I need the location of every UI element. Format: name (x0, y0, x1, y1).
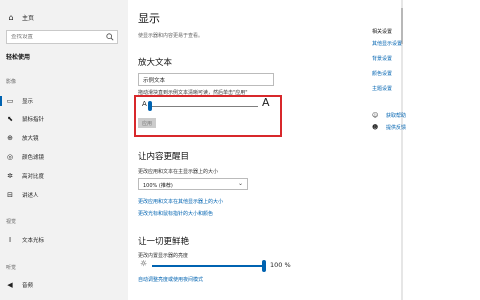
related-link-color[interactable]: 颜色设置 (372, 70, 392, 77)
related-link-display[interactable]: 其他显示设置 (372, 40, 402, 47)
slider-max-label: A (262, 96, 270, 109)
sidebar-item-label: 鼠标指针 (22, 117, 45, 123)
sidebar-item-label: 显示 (22, 99, 34, 105)
sidebar-item-label: 文本光标 (22, 238, 45, 244)
audio-icon: ◀ (7, 281, 13, 289)
highlight-box (134, 95, 282, 137)
text-cursor-icon: I (8, 236, 12, 244)
home-icon: ⌂ (8, 12, 14, 22)
mouse-pointer-icon: ⬉ (7, 115, 13, 123)
sidebar-item-mouse-pointer[interactable]: ⬉ 鼠标指针 (6, 112, 122, 126)
scrollbar-thumb[interactable] (401, 8, 403, 44)
get-help-label: 获取帮助 (386, 113, 407, 119)
make-bigger-heading: 让内容更醒目 (138, 152, 190, 162)
narrator-icon: ⊟ (7, 191, 13, 199)
size-label: 更改应用和文本在主显示器上的大小 (138, 169, 219, 175)
sidebar-home-label: 主页 (22, 14, 35, 22)
help-icon: ☺ (372, 112, 379, 119)
sidebar-item-magnifier[interactable]: ⊕ 放大镜 (6, 131, 122, 145)
search-box[interactable] (6, 30, 118, 44)
display-icon: ▭ (6, 97, 14, 105)
enlarge-text-heading: 放大文本 (138, 58, 173, 68)
cursor-pointer-size-link[interactable]: 更改光标和鼠标指针的大小和颜色 (138, 210, 213, 217)
brightness-label: 更改内置显示器的亮度 (138, 253, 189, 259)
brighter-heading: 让一切更鲜艳 (138, 237, 190, 247)
sidebar-item-audio[interactable]: ◀ 音频 (6, 278, 122, 292)
sidebar-item-color-filter[interactable]: ◎ 颜色滤镜 (6, 150, 122, 164)
magnifier-icon: ⊕ (7, 134, 13, 142)
page-description: 使显示器和内容更易于查看。 (138, 33, 204, 39)
search-input[interactable] (11, 34, 103, 40)
other-display-size-link[interactable]: 更改应用和文本在其他显示器上的大小 (138, 198, 223, 205)
feedback-link[interactable]: ☻ 提供反馈 (372, 124, 406, 131)
sidebar-section-vision: 影像 (6, 79, 17, 85)
main-content: 显示 使显示器和内容更易于查看。 放大文本 示例文本 拖动滑块直到示例文本清晰可… (128, 0, 480, 300)
brightness-icon: ☼ (140, 259, 148, 268)
sidebar-item-display[interactable]: ▭ 显示 (0, 94, 122, 108)
sidebar-section-hearing: 听觉 (6, 265, 17, 271)
high-contrast-icon: ✲ (7, 172, 13, 180)
related-settings-title: 相关设置 (372, 29, 393, 35)
sidebar-item-label: 高对比度 (22, 174, 45, 180)
sample-text-field: 示例文本 (138, 73, 274, 86)
sidebar-item-text-cursor[interactable]: I 文本光标 (6, 233, 122, 247)
scale-dropdown[interactable]: 100% (推荐) ⌄ (138, 178, 248, 190)
brightness-slider-track[interactable] (152, 265, 266, 267)
sidebar-item-label: 讲述人 (22, 193, 39, 199)
text-size-slider-thumb[interactable] (148, 101, 152, 111)
related-link-theme[interactable]: 主题设置 (372, 85, 392, 92)
feedback-label: 提供反馈 (386, 125, 407, 131)
color-filter-icon: ◎ (6, 153, 14, 161)
sidebar-item-label: 颜色滤镜 (22, 155, 45, 161)
brightness-value: 100 % (270, 261, 291, 269)
sidebar-home[interactable]: ⌂ 主页 (6, 10, 34, 24)
page-title: 显示 (138, 12, 160, 25)
sidebar-item-label: 音频 (22, 283, 34, 289)
sidebar: ⌂ 主页 轻松使用 影像 ▭ 显示 ⬉ 鼠标指针 ⊕ 放大镜 ◎ 颜色滤镜 ✲ … (0, 0, 128, 300)
auto-brightness-link[interactable]: 自动调整亮度或使用夜间模式 (138, 276, 203, 283)
chevron-down-icon: ⌄ (237, 180, 243, 187)
slider-min-label: A (142, 100, 147, 108)
feedback-icon: ☻ (372, 124, 379, 131)
get-help-link[interactable]: ☺ 获取帮助 (372, 112, 406, 119)
sidebar-section-recent: 视觉 (6, 219, 17, 225)
text-size-slider-track[interactable] (152, 106, 258, 107)
scale-dropdown-value: 100% (推荐) (143, 183, 173, 189)
sidebar-item-label: 放大镜 (22, 136, 39, 142)
search-icon[interactable] (106, 33, 114, 41)
sidebar-item-narrator[interactable]: ⊟ 讲述人 (6, 188, 122, 202)
related-link-background[interactable]: 背景设置 (372, 55, 392, 62)
sidebar-item-high-contrast[interactable]: ✲ 高对比度 (6, 169, 122, 183)
apply-button[interactable]: 应用 (138, 118, 156, 128)
brightness-slider-thumb[interactable] (262, 260, 266, 272)
sidebar-title: 轻松使用 (6, 54, 31, 61)
